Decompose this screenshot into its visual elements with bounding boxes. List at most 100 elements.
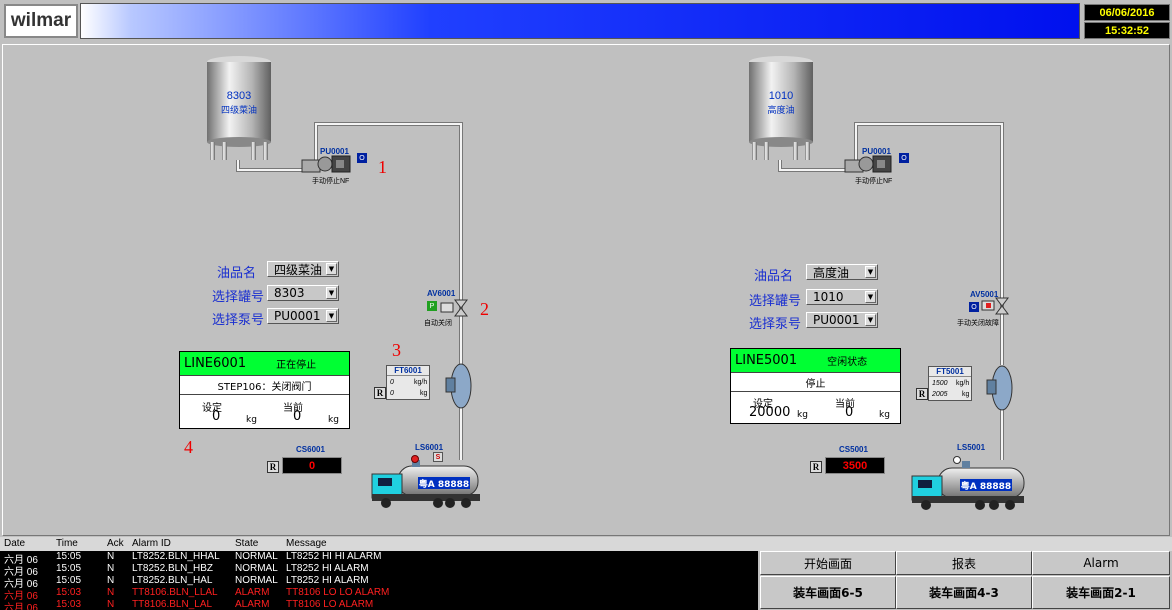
annotation-3: 3 bbox=[392, 340, 401, 360]
col-message[interactable]: Message bbox=[286, 538, 327, 549]
pump-tag-left: PU0001 bbox=[320, 147, 349, 156]
nav-loading-4-3-button[interactable]: 装车画面4-3 bbox=[896, 576, 1032, 609]
alarm-cell-id: LT8252.BLN_HAL bbox=[132, 575, 213, 586]
nav-report-button[interactable]: 报表 bbox=[896, 551, 1032, 575]
alarm-cell-state: NORMAL bbox=[235, 551, 278, 562]
tank-product-left: 四级菜油 bbox=[220, 106, 257, 116]
ft-rate-unit-left: kg/h bbox=[414, 379, 428, 386]
pump-left[interactable] bbox=[301, 155, 351, 173]
current-value-right: 0 bbox=[845, 405, 854, 420]
alarm-cell-state: NORMAL bbox=[235, 563, 278, 574]
tank-product-right: 高度油 bbox=[767, 106, 795, 116]
alarm-cell-state: ALARM bbox=[235, 587, 270, 598]
ft-tag-left: FT6001 bbox=[387, 366, 429, 376]
chevron-down-icon: ▼ bbox=[326, 263, 337, 275]
alarm-cell-time: 15:03 bbox=[56, 587, 82, 598]
pump-mode-badge-right[interactable]: O bbox=[899, 153, 909, 163]
alarm-cell-time: 15:03 bbox=[56, 599, 82, 610]
ft-rate-right: 1500 bbox=[932, 380, 948, 387]
ft-total-unit-right: kg bbox=[962, 391, 970, 398]
product-select-left[interactable]: 四级菜油 ▼ bbox=[267, 261, 339, 277]
valve-tag-right: AV5001 bbox=[970, 290, 999, 299]
reset-button-cs-right[interactable]: R bbox=[810, 461, 822, 473]
valve-status-right: 手动关闭故障 bbox=[957, 320, 999, 327]
valve-tag-left: AV6001 bbox=[427, 289, 456, 298]
col-ack[interactable]: Ack bbox=[107, 538, 124, 549]
valve-mode-badge-right[interactable]: O bbox=[969, 302, 979, 312]
valve-mode-badge-left[interactable]: P bbox=[427, 301, 437, 311]
flowmeter-right[interactable] bbox=[986, 365, 1013, 411]
alarm-row[interactable]: 六月 06 15:05 N LT8252.BLN_HBZ NORMAL LT8252 HI… bbox=[0, 563, 758, 578]
label-tank-right: 选择罐号 bbox=[748, 294, 801, 309]
label-product-left: 油品名 bbox=[216, 266, 256, 281]
chevron-down-icon: ▼ bbox=[326, 310, 337, 322]
current-unit-left: kg bbox=[328, 415, 339, 425]
alarm-cell-state: ALARM bbox=[235, 599, 270, 610]
pump-mode-badge-left[interactable]: O bbox=[357, 153, 367, 163]
cs-tag-right: CS5001 bbox=[839, 445, 868, 454]
alarm-row[interactable]: 六月 06 15:05 N LT8252.BLN_HHAL NORMAL LT8252 H… bbox=[0, 551, 758, 566]
product-select-right[interactable]: 高度油 ▼ bbox=[806, 264, 878, 280]
alarm-cell-ack: N bbox=[107, 587, 115, 598]
truck-plate-right: 粤A 88888 bbox=[960, 479, 1012, 492]
alarm-cell-id: TT8106.BLN_LLAL bbox=[132, 587, 218, 598]
col-date[interactable]: Date bbox=[4, 538, 25, 549]
line-status-panel-right[interactable]: LINE5001 空闲状态 停止 设定 20000 kg 当前 0 kg bbox=[730, 348, 901, 424]
nav-alarm-button[interactable]: Alarm bbox=[1032, 551, 1170, 575]
ft-total-unit-left: kg bbox=[420, 390, 428, 397]
ls-badge-left[interactable]: S bbox=[433, 452, 443, 462]
nav-start-screen-button[interactable]: 开始画面 bbox=[760, 551, 896, 575]
alarm-cell-ack: N bbox=[107, 599, 115, 610]
line-header-left: LINE6001 正在停止 bbox=[180, 352, 349, 376]
alarm-cell-msg: LT8252 HI ALARM bbox=[286, 563, 369, 574]
current-unit-right: kg bbox=[879, 410, 890, 420]
reset-button-ft-right[interactable]: R bbox=[916, 388, 928, 400]
flowmeter-left[interactable] bbox=[445, 363, 472, 409]
pump-select-right[interactable]: PU0001 ▼ bbox=[806, 312, 878, 328]
cs-tag-left: CS6001 bbox=[296, 445, 325, 454]
cs-value-right: 3500 bbox=[825, 457, 885, 474]
pump-status-left: 手动停止NF bbox=[312, 178, 350, 185]
tank-select-left[interactable]: 8303 ▼ bbox=[267, 285, 339, 301]
valve-right[interactable] bbox=[981, 297, 1009, 315]
flow-transmitter-right[interactable]: FT5001 1500 kg/h 2005 kg bbox=[928, 366, 972, 401]
line-step-left: STEP106：关闭阀门 bbox=[180, 376, 349, 395]
annotation-4: 4 bbox=[184, 437, 193, 457]
ft-total-left: 0 bbox=[390, 390, 394, 397]
pump-right[interactable] bbox=[844, 155, 892, 173]
alarm-cell-ack: N bbox=[107, 575, 115, 586]
reset-button-cs-left[interactable]: R bbox=[267, 461, 279, 473]
alarm-cell-id: LT8252.BLN_HBZ bbox=[132, 563, 213, 574]
alarm-row[interactable]: 六月 06 15:03 N TT8106.BLN_LAL ALARM TT8106 LO … bbox=[0, 599, 758, 610]
set-unit-left: kg bbox=[246, 415, 257, 425]
alarm-list[interactable]: 六月 06 15:05 N LT8252.BLN_HHAL NORMAL LT8252 H… bbox=[0, 551, 758, 610]
valve-status-left: 自动关闭 bbox=[424, 320, 452, 327]
label-product-right: 油品名 bbox=[753, 269, 793, 284]
alarm-cell-msg: LT8252 HI ALARM bbox=[286, 575, 369, 586]
col-time[interactable]: Time bbox=[56, 538, 78, 549]
ft-total-right: 2005 bbox=[932, 391, 948, 398]
valve-left[interactable] bbox=[440, 299, 468, 317]
alarm-row[interactable]: 六月 06 15:05 N LT8252.BLN_HAL NORMAL LT8252 HI… bbox=[0, 575, 758, 590]
alarm-row[interactable]: 六月 06 15:03 N TT8106.BLN_LLAL ALARM TT8106 LO… bbox=[0, 587, 758, 602]
tank-select-right[interactable]: 1010 ▼ bbox=[806, 289, 878, 305]
set-value-left: 0 bbox=[212, 409, 221, 424]
pump-select-left[interactable]: PU0001 ▼ bbox=[267, 308, 339, 324]
level-switch-indicator-left bbox=[411, 455, 419, 463]
tank-id-left: 8303 bbox=[226, 90, 252, 102]
col-alarm-id[interactable]: Alarm ID bbox=[132, 538, 171, 549]
label-pump-right: 选择泵号 bbox=[748, 317, 801, 332]
pump-status-right: 手动停止NF bbox=[855, 178, 893, 185]
chevron-down-icon: ▼ bbox=[865, 291, 876, 303]
product-value-right: 高度油 bbox=[813, 265, 850, 280]
col-state[interactable]: State bbox=[235, 538, 258, 549]
reset-button-ft-left[interactable]: R bbox=[374, 387, 386, 399]
line-status-panel-left[interactable]: LINE6001 正在停止 STEP106：关闭阀门 设定 0 kg 当前 0 … bbox=[179, 351, 350, 429]
chevron-down-icon: ▼ bbox=[326, 287, 337, 299]
ft-tag-right: FT5001 bbox=[929, 367, 971, 377]
alarm-cell-ack: N bbox=[107, 551, 115, 562]
nav-loading-6-5-button[interactable]: 装车画面6-5 bbox=[760, 576, 896, 609]
flow-transmitter-left[interactable]: FT6001 0 kg/h 0 kg bbox=[386, 365, 430, 400]
nav-loading-2-1-button[interactable]: 装车画面2-1 bbox=[1032, 576, 1170, 609]
ft-rate-unit-right: kg/h bbox=[956, 380, 970, 387]
